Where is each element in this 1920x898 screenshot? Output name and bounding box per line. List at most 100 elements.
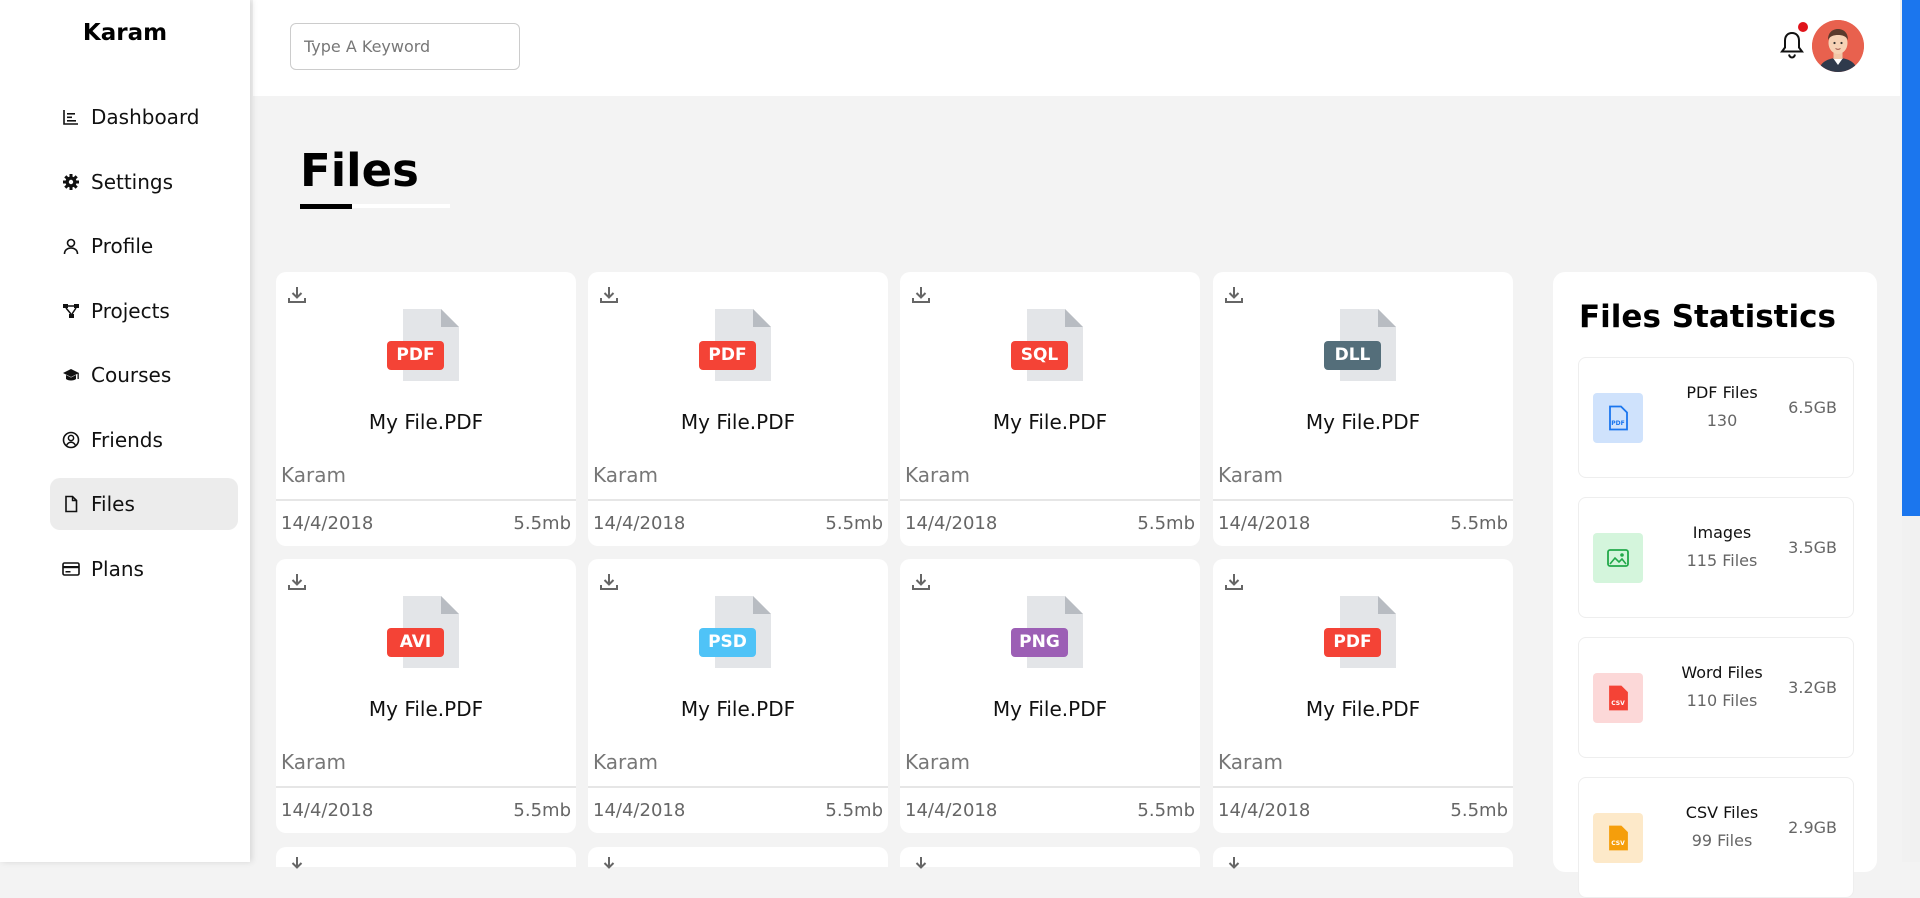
file-name: My File.PDF bbox=[1305, 697, 1421, 721]
file-size: 5.5mb bbox=[1450, 513, 1508, 534]
card-divider bbox=[588, 499, 888, 501]
sidebar-item-courses[interactable]: Courses bbox=[50, 349, 238, 401]
stat-card[interactable]: CSV Word Files 110 Files 3.2GB bbox=[1578, 637, 1854, 758]
file-size: 5.5mb bbox=[825, 800, 883, 821]
avatar[interactable] bbox=[1812, 20, 1864, 72]
sidebar-item-projects[interactable]: Projects bbox=[50, 285, 238, 337]
file-extension-badge: AVI bbox=[387, 628, 444, 657]
file-extension-badge: PNG bbox=[1011, 628, 1068, 657]
download-icon[interactable] bbox=[911, 572, 931, 592]
sidebar-item-dashboard[interactable]: Dashboard bbox=[50, 91, 238, 143]
file-card[interactable]: SQL My File.PDF Karam 14/4/2018 5.5mb bbox=[900, 272, 1200, 546]
file-card[interactable]: DLL My File.PDF Karam 14/4/2018 5.5mb bbox=[1213, 272, 1513, 546]
file-extension-badge: PDF bbox=[387, 341, 444, 370]
file-card[interactable]: PNG My File.PDF Karam 14/4/2018 5.5mb bbox=[900, 559, 1200, 833]
sidebar-item-label: Friends bbox=[91, 427, 163, 452]
file-card[interactable]: PDF My File.PDF Karam 14/4/2018 5.5mb bbox=[1213, 559, 1513, 833]
file-name: My File.PDF bbox=[992, 410, 1108, 434]
file-card[interactable]: AVI My File.PDF Karam 14/4/2018 5.5mb bbox=[276, 559, 576, 833]
file-card[interactable] bbox=[900, 847, 1200, 869]
stat-card[interactable]: CSV CSV Files 99 Files 2.9GB bbox=[1578, 777, 1854, 898]
file-size: 5.5mb bbox=[1137, 513, 1195, 534]
file-extension-badge: SQL bbox=[1011, 341, 1068, 370]
sidebar-item-label: Projects bbox=[91, 298, 170, 323]
user-circle-icon bbox=[62, 431, 80, 448]
file-extension-badge: PDF bbox=[1324, 628, 1381, 657]
svg-text:CSV: CSV bbox=[1611, 700, 1625, 707]
stat-size: 3.2GB bbox=[1788, 678, 1837, 697]
stat-card[interactable]: Images 115 Files 3.5GB bbox=[1578, 497, 1854, 618]
file-card[interactable]: PSD My File.PDF Karam 14/4/2018 5.5mb bbox=[588, 559, 888, 833]
scrollbar-track[interactable] bbox=[1902, 516, 1920, 862]
card-divider bbox=[900, 786, 1200, 788]
file-name: My File.PDF bbox=[992, 697, 1108, 721]
stat-name: PDF Files bbox=[1686, 383, 1758, 402]
file-type-icon: PDF bbox=[699, 307, 777, 383]
card-divider bbox=[276, 786, 576, 788]
file-size: 5.5mb bbox=[513, 800, 571, 821]
csv-file-icon: CSV bbox=[1593, 813, 1643, 863]
download-icon[interactable] bbox=[287, 572, 307, 592]
sidebar-item-label: Profile bbox=[91, 234, 154, 258]
download-icon[interactable] bbox=[599, 285, 619, 305]
avatar-image bbox=[1812, 20, 1864, 72]
file-name: My File.PDF bbox=[1305, 410, 1421, 434]
download-icon[interactable] bbox=[287, 285, 307, 305]
download-icon[interactable] bbox=[1224, 855, 1244, 875]
graduation-cap-icon bbox=[63, 369, 79, 381]
file-date: 14/4/2018 bbox=[1218, 513, 1311, 534]
file-type-icon: PDF bbox=[1324, 594, 1402, 670]
stat-size: 3.5GB bbox=[1788, 538, 1837, 557]
sidebar-item-profile[interactable]: Profile bbox=[50, 220, 238, 272]
download-icon[interactable] bbox=[911, 285, 931, 305]
file-owner: Karam bbox=[593, 463, 658, 487]
sidebar-item-friends[interactable]: Friends bbox=[50, 414, 238, 466]
file-name: My File.PDF bbox=[680, 697, 796, 721]
sidebar-item-label: Plans bbox=[91, 556, 144, 581]
file-date: 14/4/2018 bbox=[281, 513, 374, 534]
file-extension-badge: PSD bbox=[699, 628, 756, 657]
file-owner: Karam bbox=[281, 750, 346, 774]
svg-text:PDF: PDF bbox=[1611, 420, 1624, 427]
search-input[interactable] bbox=[290, 23, 520, 70]
download-icon[interactable] bbox=[911, 855, 931, 875]
file-type-icon: PDF bbox=[387, 307, 465, 383]
download-icon[interactable] bbox=[599, 855, 619, 875]
download-icon[interactable] bbox=[599, 572, 619, 592]
file-date: 14/4/2018 bbox=[593, 800, 686, 821]
file-owner: Karam bbox=[905, 750, 970, 774]
file-name: My File.PDF bbox=[680, 410, 796, 434]
stat-name: CSV Files bbox=[1685, 803, 1759, 822]
notification-dot bbox=[1798, 22, 1808, 32]
scrollbar-thumb[interactable] bbox=[1902, 0, 1920, 516]
sidebar-item-files[interactable]: Files bbox=[50, 478, 238, 530]
file-type-icon: SQL bbox=[1011, 307, 1089, 383]
file-card[interactable]: PDF My File.PDF Karam 14/4/2018 5.5mb bbox=[588, 272, 888, 546]
download-icon[interactable] bbox=[287, 855, 307, 875]
file-size: 5.5mb bbox=[513, 513, 571, 534]
file-type-icon: AVI bbox=[387, 594, 465, 670]
file-owner: Karam bbox=[281, 463, 346, 487]
file-owner: Karam bbox=[1218, 463, 1283, 487]
word-file-icon: CSV bbox=[1593, 673, 1643, 723]
credit-card-icon bbox=[62, 561, 80, 576]
top-bar bbox=[253, 0, 1900, 96]
file-size: 5.5mb bbox=[1137, 800, 1195, 821]
title-underline-accent bbox=[300, 204, 352, 209]
file-card[interactable] bbox=[276, 847, 576, 869]
file-card[interactable]: PDF My File.PDF Karam 14/4/2018 5.5mb bbox=[276, 272, 576, 546]
download-icon[interactable] bbox=[1224, 572, 1244, 592]
stat-card[interactable]: PDF PDF Files 130 6.5GB bbox=[1578, 357, 1854, 478]
file-card[interactable] bbox=[588, 847, 888, 869]
card-divider bbox=[900, 499, 1200, 501]
file-icon bbox=[65, 495, 78, 513]
file-owner: Karam bbox=[905, 463, 970, 487]
file-card[interactable] bbox=[1213, 847, 1513, 869]
sidebar-item-plans[interactable]: Plans bbox=[50, 543, 238, 595]
bell-icon[interactable] bbox=[1779, 30, 1805, 60]
stat-count: 115 Files bbox=[1686, 551, 1758, 570]
card-divider bbox=[276, 499, 576, 501]
sidebar-item-settings[interactable]: Settings bbox=[50, 156, 238, 208]
download-icon[interactable] bbox=[1224, 285, 1244, 305]
card-divider bbox=[588, 786, 888, 788]
